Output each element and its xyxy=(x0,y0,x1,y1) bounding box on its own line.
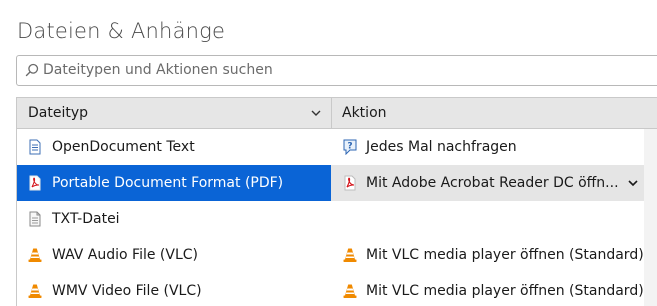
search-icon xyxy=(25,63,39,77)
filetype-cell: OpenDocument Text xyxy=(17,129,331,165)
table-row[interactable]: WAV Audio File (VLC) Mit VLC media playe… xyxy=(17,237,644,273)
filetype-label: WMV Video File (VLC) xyxy=(52,283,202,299)
applications-settings-panel: Dateien & Anhänge Dateitypen und Aktione… xyxy=(0,0,657,306)
action-label: Mit VLC media player öffnen (Standard) xyxy=(366,283,644,299)
search-field[interactable]: Dateitypen und Aktionen suchen xyxy=(16,55,657,86)
chevron-down-icon xyxy=(311,110,321,116)
filetype-label: WAV Audio File (VLC) xyxy=(52,247,198,263)
pdf-icon xyxy=(29,175,41,191)
action-cell[interactable] xyxy=(331,201,644,237)
document-icon xyxy=(29,139,41,155)
chevron-down-icon xyxy=(628,180,638,187)
action-label: Mit VLC media player öffnen (Standard) xyxy=(366,247,644,263)
action-cell[interactable]: Mit VLC media player öffnen (Standard) xyxy=(331,273,644,306)
filetype-cell: TXT-Datei xyxy=(17,201,331,237)
table-row[interactable]: OpenDocument Text ? Jedes Mal nachfragen xyxy=(17,129,644,165)
filetype-label: Portable Document Format (PDF) xyxy=(52,175,284,191)
text-file-icon xyxy=(29,211,41,227)
column-header-label: Aktion xyxy=(342,105,387,121)
table-header: Dateityp Aktion xyxy=(17,97,657,129)
column-header-label: Dateityp xyxy=(28,105,89,121)
table-row[interactable]: TXT-Datei xyxy=(17,201,644,237)
action-label: Mit Adobe Acrobat Reader DC öffn... xyxy=(366,175,619,191)
vlc-icon xyxy=(28,248,42,262)
vlc-icon xyxy=(343,284,357,298)
vlc-icon xyxy=(28,284,42,298)
question-icon: ? xyxy=(343,139,357,155)
filetype-label: OpenDocument Text xyxy=(52,139,195,155)
filetype-cell: WMV Video File (VLC) xyxy=(17,273,331,306)
column-header-action[interactable]: Aktion xyxy=(331,98,657,129)
action-cell[interactable]: ? Jedes Mal nachfragen xyxy=(331,129,644,165)
action-cell[interactable]: Mit VLC media player öffnen (Standard) xyxy=(331,237,644,273)
section-title: Dateien & Anhänge xyxy=(17,19,226,43)
filetype-cell: WAV Audio File (VLC) xyxy=(17,237,331,273)
filetype-label: TXT-Datei xyxy=(52,211,120,227)
table-row[interactable]: WMV Video File (VLC) Mit VLC media playe… xyxy=(17,273,644,306)
vertical-scrollbar[interactable] xyxy=(644,129,657,306)
table-row-selected[interactable]: Portable Document Format (PDF) Mit Adobe… xyxy=(17,165,644,201)
file-type-table: Dateityp Aktion OpenDocument Text ? Jede… xyxy=(16,97,657,306)
search-placeholder: Dateitypen und Aktionen suchen xyxy=(43,62,273,78)
action-label: Jedes Mal nachfragen xyxy=(366,139,517,155)
acrobat-icon xyxy=(344,175,356,191)
column-header-filetype[interactable]: Dateityp xyxy=(17,98,331,129)
vlc-icon xyxy=(343,248,357,262)
filetype-cell: Portable Document Format (PDF) xyxy=(17,165,331,201)
svg-text:?: ? xyxy=(347,142,352,152)
action-dropdown[interactable]: Mit Adobe Acrobat Reader DC öffn... xyxy=(331,165,644,201)
